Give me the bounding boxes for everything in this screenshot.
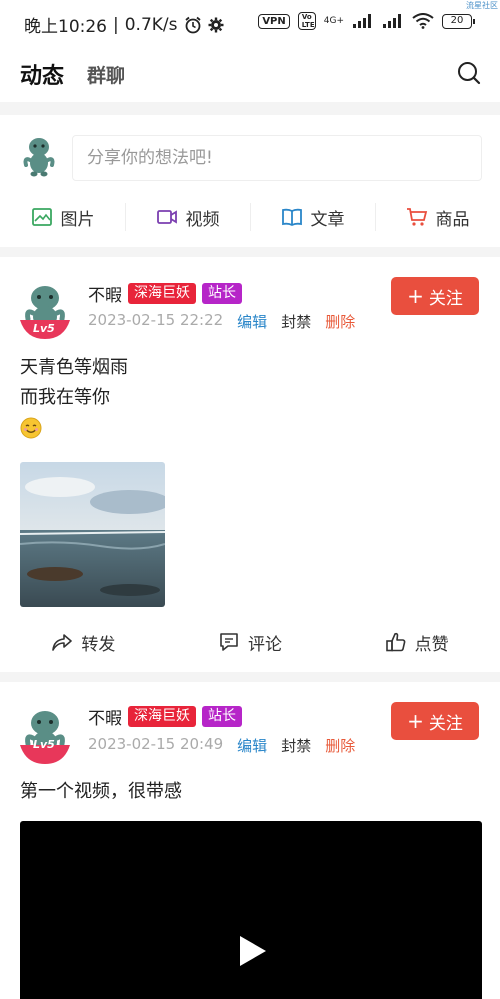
- ban-link[interactable]: 封禁: [281, 311, 311, 332]
- network-type: 4G+: [323, 16, 344, 26]
- post-composer: 分享你的想法吧! 图片 视频 文章 商品: [0, 115, 500, 247]
- edit-link[interactable]: 编辑: [237, 735, 267, 756]
- ban-link[interactable]: 封禁: [281, 735, 311, 756]
- top-header: 动态 群聊: [0, 46, 500, 102]
- post-time: 2023-02-15 20:49: [88, 735, 224, 753]
- share-icon: [52, 634, 73, 651]
- cart-icon: [406, 208, 427, 226]
- image-icon: [31, 208, 52, 226]
- follow-button[interactable]: + 关注: [391, 277, 479, 315]
- status-time: 晚上10:26: [24, 17, 107, 37]
- post-time: 2023-02-15 22:22: [88, 311, 224, 329]
- tab-group-chat[interactable]: 群聊: [87, 61, 125, 88]
- share-thoughts-input[interactable]: 分享你的想法吧!: [72, 135, 482, 181]
- vpn-badge: VPN: [258, 13, 290, 29]
- video-action-button[interactable]: 视频: [125, 197, 250, 237]
- book-icon: [281, 208, 302, 227]
- title-badge: 深海巨妖: [128, 283, 196, 304]
- share-button[interactable]: 转发: [0, 622, 167, 662]
- post-text-line: 天青色等烟雨: [20, 357, 128, 378]
- post-meta: 2023-02-15 22:22 编辑 封禁 删除: [88, 311, 355, 332]
- post-card: Lv5 不暇 深海巨妖 站长 2023-02-15 22:22 编辑 封禁 删除…: [0, 257, 500, 672]
- level-badge: Lv5: [33, 322, 55, 335]
- post-text-line: 第一个视频，很带感: [20, 781, 182, 802]
- delete-link[interactable]: 删除: [325, 735, 355, 756]
- title-badge: 深海巨妖: [128, 706, 196, 727]
- role-badge: 站长: [202, 283, 242, 304]
- follow-label: 关注: [428, 713, 463, 734]
- goods-action-label: 商品: [435, 209, 470, 230]
- corner-tag: 流星社区: [466, 1, 498, 10]
- smile-emoji-icon: [20, 417, 42, 439]
- avatar[interactable]: [18, 704, 72, 766]
- article-action-button[interactable]: 文章: [250, 197, 375, 237]
- status-right: VPN Vo LTE 4G+ 20: [258, 12, 475, 30]
- beach-photo[interactable]: [20, 462, 165, 607]
- like-button[interactable]: 点赞: [333, 622, 500, 662]
- gear-icon: [208, 17, 224, 32]
- image-action-label: 图片: [60, 209, 95, 230]
- signal-icon: [353, 14, 371, 28]
- status-bar: 晚上10:26 | 0.7K/s VPN Vo LTE 4G+ 20 流星社区: [0, 0, 500, 46]
- follow-label: 关注: [428, 288, 463, 309]
- play-icon[interactable]: [238, 934, 268, 968]
- status-left: 晚上10:26 | 0.7K/s: [24, 12, 224, 37]
- post-text-line: 而我在等你: [20, 387, 110, 408]
- wifi-icon: [412, 13, 434, 29]
- alarm-icon: [184, 16, 201, 33]
- like-label: 点赞: [414, 634, 449, 655]
- comment-icon: [220, 633, 238, 651]
- follow-button[interactable]: + 关注: [391, 702, 479, 740]
- level-badge: Lv5: [33, 738, 55, 751]
- post-card: Lv5 不暇 深海巨妖 站长 2023-02-15 20:49 编辑 封禁 删除…: [0, 682, 500, 999]
- delete-link[interactable]: 删除: [325, 311, 355, 332]
- plus-icon: +: [407, 709, 424, 733]
- post-meta: 2023-02-15 20:49 编辑 封禁 删除: [88, 735, 355, 756]
- comment-label: 评论: [248, 634, 282, 655]
- role-badge: 站长: [202, 706, 242, 727]
- battery-icon: 20: [442, 13, 475, 29]
- tab-moments[interactable]: 动态: [20, 58, 64, 90]
- plus-icon: +: [407, 284, 424, 308]
- author-row: 不暇 深海巨妖 站长: [88, 704, 242, 729]
- goods-action-button[interactable]: 商品: [375, 197, 500, 237]
- signal-icon-2: [383, 14, 401, 28]
- share-label: 转发: [81, 634, 116, 655]
- comment-button[interactable]: 评论: [167, 622, 334, 662]
- post-actions: 转发 评论 点赞: [0, 622, 500, 662]
- volte-badge: Vo LTE: [297, 12, 316, 30]
- author-name[interactable]: 不暇: [88, 281, 122, 306]
- author-row: 不暇 深海巨妖 站长: [88, 281, 242, 306]
- thumbs-up-icon: [385, 632, 406, 652]
- search-icon[interactable]: [456, 60, 482, 86]
- video-icon: [156, 210, 177, 224]
- avatar-mascot-icon: [23, 138, 55, 177]
- edit-link[interactable]: 编辑: [237, 311, 267, 332]
- video-action-label: 视频: [185, 209, 220, 230]
- composer-actions: 图片 视频 文章 商品: [0, 197, 500, 237]
- author-name[interactable]: 不暇: [88, 704, 122, 729]
- image-action-button[interactable]: 图片: [0, 197, 125, 237]
- status-speed: 0.7K/s: [124, 14, 178, 35]
- article-action-label: 文章: [310, 209, 345, 230]
- video-player[interactable]: [20, 821, 482, 999]
